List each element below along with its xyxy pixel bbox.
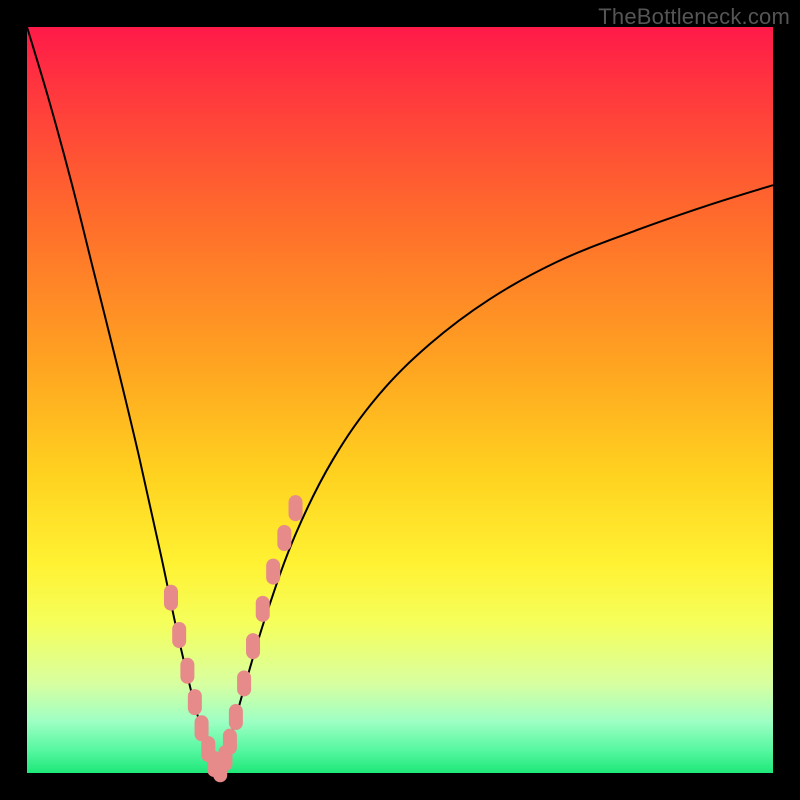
curve-right [217, 185, 773, 767]
chart-frame: TheBottleneck.com [0, 0, 800, 800]
curve-left [27, 27, 217, 767]
highlight-dot [188, 689, 202, 715]
highlight-dot [289, 495, 303, 521]
highlight-dot [172, 622, 186, 648]
highlight-dot [180, 658, 194, 684]
watermark-text: TheBottleneck.com [598, 4, 790, 30]
highlight-dot [229, 704, 243, 730]
highlight-dot [164, 585, 178, 611]
highlight-dot [223, 729, 237, 755]
curve-layer [27, 27, 773, 773]
highlight-dot [237, 670, 251, 696]
highlight-dot [277, 525, 291, 551]
highlight-dot [256, 596, 270, 622]
plot-area [27, 27, 773, 773]
highlight-markers [164, 495, 303, 782]
highlight-dot [266, 559, 280, 585]
highlight-dot [246, 633, 260, 659]
